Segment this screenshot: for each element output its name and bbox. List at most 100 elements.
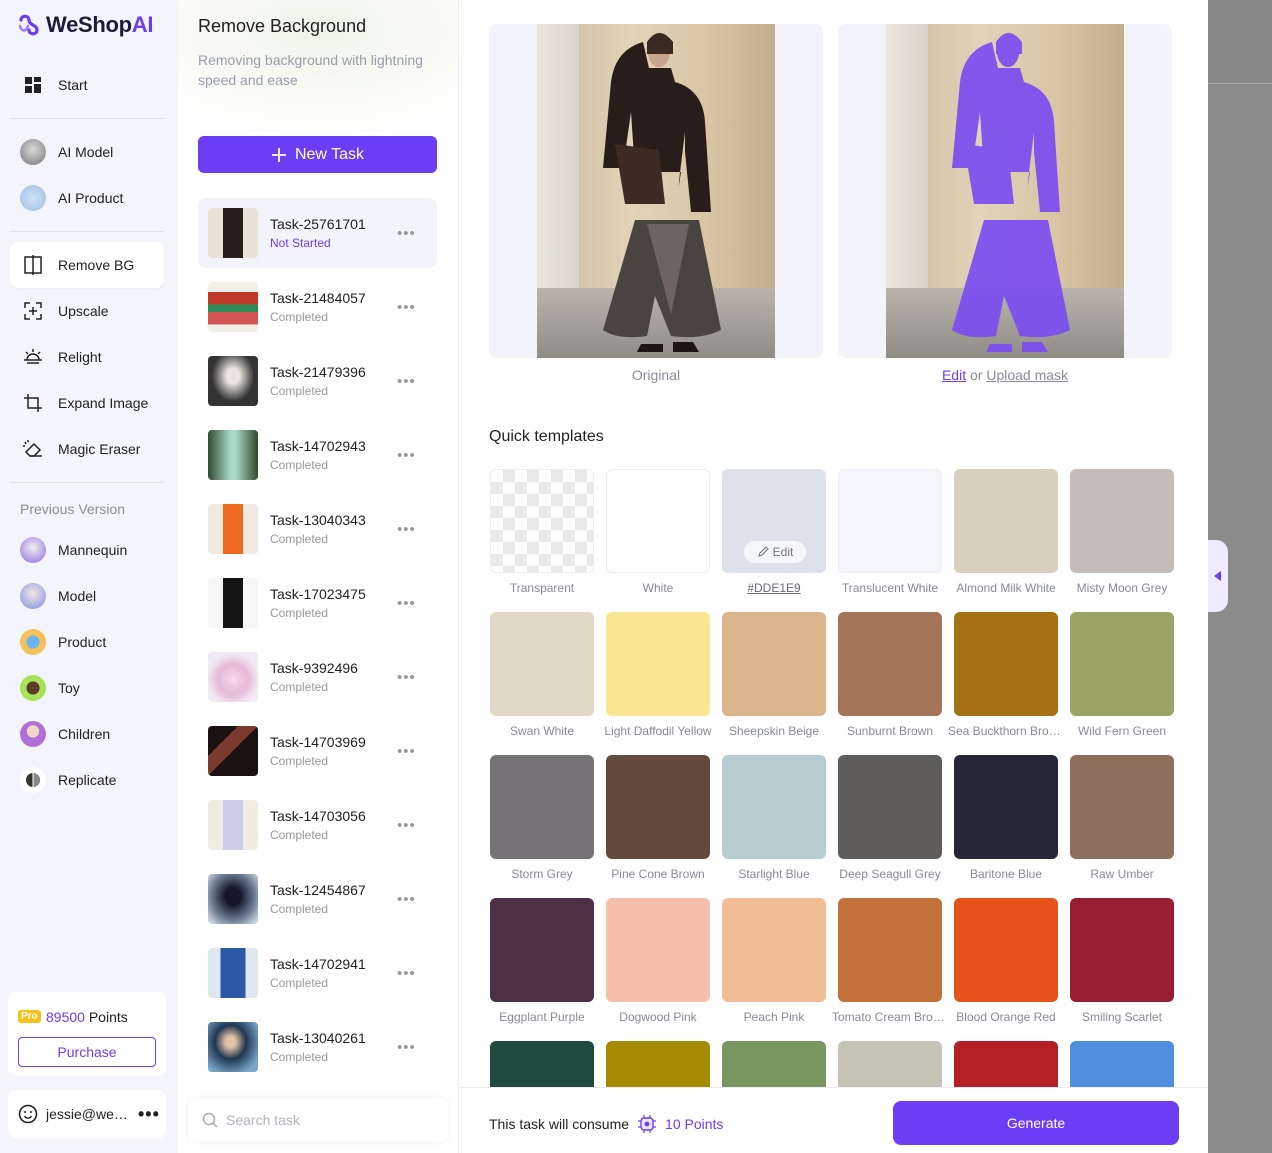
search-task-input[interactable] (226, 1112, 436, 1128)
collapse-panel-toggle[interactable] (1208, 540, 1228, 612)
task-more-icon[interactable]: ••• (397, 521, 427, 538)
template-swatch[interactable]: Edit (722, 469, 826, 573)
upload-mask-link[interactable]: Upload mask (986, 367, 1068, 383)
template-swatch[interactable] (490, 612, 594, 716)
task-info: Task-21484057 Completed (270, 290, 397, 324)
panel-subtitle: Removing background with lightning speed… (198, 52, 423, 88)
task-more-icon[interactable]: ••• (397, 669, 427, 686)
nav-toy[interactable]: Toy (10, 665, 164, 711)
task-info: Task-25761701 Not Started (270, 216, 397, 250)
nav-model[interactable]: Model (10, 573, 164, 619)
template-swatch[interactable] (490, 469, 594, 573)
template-swatch[interactable] (722, 755, 826, 859)
edit-mask-link[interactable]: Edit (942, 367, 966, 383)
template-swatch[interactable] (490, 755, 594, 859)
task-status: Completed (270, 384, 329, 398)
new-task-label: New Task (294, 145, 365, 163)
model-figure (603, 33, 721, 352)
template-swatch[interactable] (1070, 469, 1174, 573)
task-more-icon[interactable]: ••• (397, 817, 427, 834)
task-more-icon[interactable]: ••• (397, 225, 427, 242)
task-row[interactable]: Task-21484057 Completed ••• (198, 272, 437, 342)
task-row[interactable]: Task-25761701 Not Started ••• (198, 198, 437, 268)
task-row[interactable]: Task-13040343 Completed ••• (198, 494, 437, 564)
task-more-icon[interactable]: ••• (397, 447, 427, 464)
template-swatch[interactable] (954, 755, 1058, 859)
task-more-icon[interactable]: ••• (397, 743, 427, 760)
template-label: Smiling Scarlet (1081, 1010, 1163, 1024)
pencil-icon (757, 546, 769, 557)
template-label: Wild Fern Green (1077, 724, 1167, 738)
purchase-button[interactable]: Purchase (18, 1037, 156, 1067)
consume-info: This task will consume 10 Points (489, 1114, 723, 1134)
template-swatch[interactable] (838, 755, 942, 859)
template-label: White (642, 581, 674, 595)
task-row[interactable]: Task-21479396 Completed ••• (198, 346, 437, 416)
nav-children[interactable]: Children (10, 711, 164, 757)
task-row[interactable]: Task-12454867 Completed ••• (198, 864, 437, 934)
task-more-icon[interactable]: ••• (397, 891, 427, 908)
nav-ai-product[interactable]: AI Product (10, 175, 164, 221)
template-swatch[interactable] (606, 612, 710, 716)
template-swatch[interactable] (722, 898, 826, 1002)
template-swatch[interactable] (606, 469, 710, 573)
template-label[interactable]: #DDE1E9 (716, 581, 832, 595)
template-swatch[interactable] (954, 898, 1058, 1002)
nav-product[interactable]: Product (10, 619, 164, 665)
task-more-icon[interactable]: ••• (397, 1039, 427, 1056)
task-row[interactable]: Task-14703969 Completed ••• (198, 716, 437, 786)
consume-points: 10 Points (665, 1116, 724, 1132)
replicate-icon (20, 767, 46, 793)
mask-preview[interactable] (838, 24, 1172, 358)
brand-logo[interactable]: WeShopAI (16, 12, 154, 38)
edit-color-chip[interactable]: Edit (744, 541, 806, 563)
nav-start[interactable]: Start (10, 62, 164, 108)
task-row[interactable]: Task-17023475 Completed ••• (198, 568, 437, 638)
task-thumbnail (208, 282, 258, 332)
nav-mannequin-label: Mannequin (58, 542, 128, 558)
task-row[interactable]: Task-14702943 Completed ••• (198, 420, 437, 490)
task-more-icon[interactable]: ••• (397, 373, 427, 390)
left-nav: WeShopAI Start AI Model AI Product Remov… (0, 0, 178, 1153)
generate-button[interactable]: Generate (893, 1101, 1179, 1145)
template-swatch[interactable] (954, 469, 1058, 573)
original-preview[interactable] (489, 24, 823, 358)
user-card[interactable]: jessie@weshop.com ••• (8, 1090, 166, 1138)
template-swatch[interactable] (838, 469, 942, 573)
nav-expand-image-label: Expand Image (58, 395, 149, 411)
nav-remove-bg[interactable]: Remove BG (10, 242, 164, 288)
nav-mannequin[interactable]: Mannequin (10, 527, 164, 573)
nav-expand-image[interactable]: Expand Image (10, 380, 164, 426)
task-row[interactable]: Task-14702941 Completed ••• (198, 938, 437, 1008)
new-task-button[interactable]: New Task (198, 136, 437, 173)
task-row[interactable]: Task-14703056 Completed ••• (198, 790, 437, 860)
nav-replicate[interactable]: Replicate (10, 757, 164, 803)
template-swatch[interactable] (722, 612, 826, 716)
nav-upscale[interactable]: Upscale (10, 288, 164, 334)
template-swatch[interactable] (606, 755, 710, 859)
task-status: Completed (270, 1050, 329, 1064)
task-status: Completed (270, 828, 329, 842)
template-swatch[interactable] (606, 898, 710, 1002)
task-status: Completed (270, 606, 329, 620)
template-swatch[interactable] (838, 612, 942, 716)
model-avatar-icon (20, 583, 46, 609)
template-swatch[interactable] (954, 612, 1058, 716)
task-row[interactable]: Task-9392496 Completed ••• (198, 642, 437, 712)
task-more-icon[interactable]: ••• (397, 595, 427, 612)
template-swatch[interactable] (490, 898, 594, 1002)
nav-magic-eraser[interactable]: Magic Eraser (10, 426, 164, 472)
side-overlay (1208, 0, 1272, 1153)
task-status: Completed (270, 310, 329, 324)
nav-relight[interactable]: Relight (10, 334, 164, 380)
more-icon[interactable]: ••• (138, 1104, 160, 1125)
task-more-icon[interactable]: ••• (397, 299, 427, 316)
template-swatch[interactable] (838, 898, 942, 1002)
nav-ai-model[interactable]: AI Model (10, 129, 164, 175)
task-row[interactable]: Task-13040261 Completed ••• (198, 1012, 437, 1082)
template-swatch[interactable] (1070, 612, 1174, 716)
template-swatch[interactable] (1070, 755, 1174, 859)
task-panel: Remove Background Removing background wi… (178, 0, 457, 1153)
template-swatch[interactable] (1070, 898, 1174, 1002)
task-more-icon[interactable]: ••• (397, 965, 427, 982)
